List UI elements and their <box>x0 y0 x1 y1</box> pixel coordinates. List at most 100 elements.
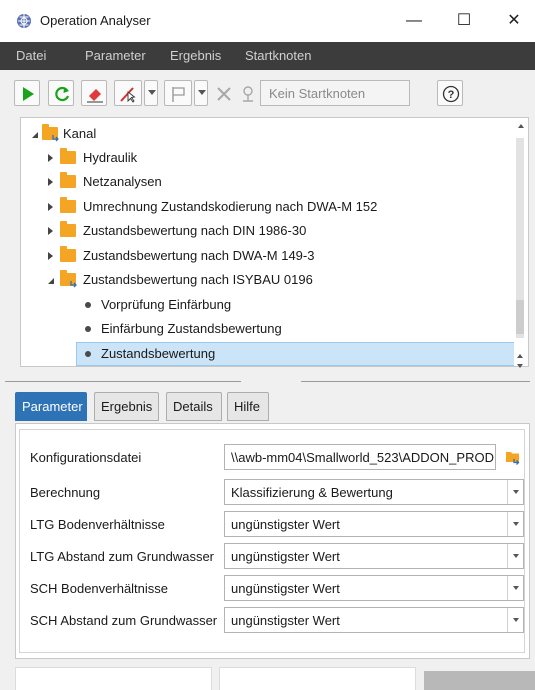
menu-parameter[interactable]: Parameter <box>85 48 146 63</box>
dropdown-arrow[interactable] <box>507 480 523 504</box>
eraser-button[interactable] <box>81 80 107 106</box>
cancel-button[interactable] <box>212 80 234 106</box>
scrollbar-thumb[interactable] <box>516 300 524 334</box>
collapse-arrow-icon[interactable] <box>48 252 53 260</box>
chevron-down-icon <box>513 522 519 526</box>
menu-ergebnis[interactable]: Ergebnis <box>170 48 221 63</box>
tree-vertical-scrollbar[interactable] <box>514 118 528 366</box>
location-pin-icon <box>243 86 253 102</box>
expand-arrow-icon[interactable] <box>48 278 54 284</box>
select-value: ungünstigster Wert <box>231 549 340 564</box>
bullet-icon <box>85 326 91 332</box>
tree-label: Zustandsbewertung nach ISYBAU 0196 <box>83 272 313 287</box>
scroll-up-icon[interactable] <box>518 124 524 128</box>
collapse-arrow-icon[interactable] <box>48 227 53 235</box>
eraser-icon <box>87 89 103 103</box>
param-label-sch-boden: SCH Bodenverhältnisse <box>30 581 169 596</box>
folder-link-badge-icon <box>52 135 59 142</box>
ltg-boden-select[interactable]: ungünstigster Wert <box>224 511 524 537</box>
tab-details[interactable]: Details <box>166 392 222 421</box>
tab-parameter[interactable]: Parameter <box>15 392 87 421</box>
help-button[interactable]: ? <box>437 80 463 106</box>
refresh-button[interactable] <box>48 80 74 106</box>
tree-label: Hydraulik <box>83 150 138 165</box>
berechnung-select[interactable]: Klassifizierung & Bewertung <box>224 479 524 505</box>
expand-arrow-icon[interactable] <box>32 132 38 138</box>
tree-label: Zustandsbewertung nach DWA-M 149-3 <box>83 248 315 263</box>
param-label-ltg-boden: LTG Bodenverhältnisse <box>30 517 165 532</box>
browse-folder-icon[interactable] <box>505 449 521 465</box>
maximize-button[interactable]: ☐ <box>450 8 478 34</box>
ltg-grundwasser-select[interactable]: ungünstigster Wert <box>224 543 524 569</box>
tree-node-netzanalysen[interactable]: Netzanalysen <box>21 170 511 194</box>
tree-node-din-1986-30[interactable]: Zustandsbewertung nach DIN 1986-30 <box>21 219 511 243</box>
select-value: ungünstigster Wert <box>231 613 340 628</box>
select-value: Klassifizierung & Bewertung <box>231 485 393 500</box>
toolbar: Kein Startknoten ? <box>0 70 535 116</box>
menu-datei[interactable]: Datei <box>16 48 46 63</box>
folder-icon <box>60 221 76 237</box>
tree-leaf-vorpruefung[interactable]: Vorprüfung Einfärbung <box>21 293 511 317</box>
close-button[interactable]: ✕ <box>500 8 528 34</box>
chevron-down-icon <box>513 490 519 494</box>
flag-button[interactable] <box>164 80 192 106</box>
tree-label: Umrechnung Zustandskodierung nach DWA-M … <box>83 199 378 214</box>
status-strip <box>0 665 535 690</box>
location-pin-button[interactable] <box>236 80 258 106</box>
sch-grundwasser-select[interactable]: ungünstigster Wert <box>224 607 524 633</box>
dropdown-arrow[interactable] <box>507 576 523 600</box>
run-button[interactable] <box>14 80 40 106</box>
splitter-right[interactable] <box>301 381 530 382</box>
dropdown-arrow[interactable] <box>507 544 523 568</box>
status-pane-middle <box>219 667 416 690</box>
minimize-button[interactable]: — <box>400 8 428 34</box>
param-label-konfigurationsdatei: Konfigurationsdatei <box>30 450 142 465</box>
chevron-down-icon <box>513 554 519 558</box>
tree-leaf-einfaerbung[interactable]: Einfärbung Zustandsbewertung <box>21 317 511 341</box>
folder-icon <box>60 246 76 262</box>
tree-node-kanal[interactable]: Kanal <box>21 122 511 146</box>
dropdown-arrow[interactable] <box>507 512 523 536</box>
sch-boden-select[interactable]: ungünstigster Wert <box>224 575 524 601</box>
pick-tool-button[interactable] <box>114 80 142 106</box>
splitter-left[interactable] <box>5 381 241 382</box>
tab-ergebnis[interactable]: Ergebnis <box>94 392 159 421</box>
dropdown-arrow[interactable] <box>507 608 523 632</box>
help-icon: ? <box>442 85 460 103</box>
folder-icon <box>60 197 76 213</box>
tree-leaf-zustandsbewertung[interactable]: Zustandsbewertung <box>21 342 517 366</box>
param-label-sch-grundwasser: SCH Abstand zum Grundwasser <box>30 613 218 628</box>
tree-node-isybau-0196[interactable]: Zustandsbewertung nach ISYBAU 0196 <box>21 268 511 292</box>
tree-node-dwa-m-149-3[interactable]: Zustandsbewertung nach DWA-M 149-3 <box>21 244 511 268</box>
tree-label: Zustandsbewertung nach DIN 1986-30 <box>83 223 307 238</box>
param-label-ltg-grundwasser: LTG Abstand zum Grundwasser <box>30 549 215 564</box>
konfigurationsdatei-field[interactable]: \\awb-mm04\Smallworld_523\ADDON_PROD <box>224 444 496 470</box>
folder-icon <box>60 148 76 164</box>
app-globe-icon <box>17 14 31 28</box>
collapse-arrow-icon[interactable] <box>48 203 53 211</box>
folder-link-badge-icon <box>70 281 77 288</box>
folder-icon <box>60 172 76 188</box>
flag-dropdown[interactable] <box>194 80 208 106</box>
tree-node-umrechnung[interactable]: Umrechnung Zustandskodierung nach DWA-M … <box>21 195 511 219</box>
collapse-arrow-icon[interactable] <box>48 178 53 186</box>
startknoten-field[interactable]: Kein Startknoten <box>260 80 410 106</box>
bullet-icon <box>85 351 91 357</box>
menu-bar: Datei Parameter Ergebnis Startknoten <box>0 42 535 70</box>
cancel-icon <box>217 87 231 101</box>
tab-hilfe[interactable]: Hilfe <box>227 392 269 421</box>
status-pane-left <box>15 667 212 690</box>
scroll-up-small-icon[interactable] <box>517 354 523 358</box>
pick-tool-dropdown[interactable] <box>144 80 158 106</box>
tree-label: Vorprüfung Einfärbung <box>101 297 232 312</box>
select-value: ungünstigster Wert <box>231 517 340 532</box>
menu-startknoten[interactable]: Startknoten <box>245 48 312 63</box>
scroll-down-small-icon[interactable] <box>517 364 523 368</box>
tree-label: Einfärbung Zustandsbewertung <box>101 321 282 336</box>
status-pane-right <box>424 671 535 690</box>
parameter-panel: Konfigurationsdatei \\awb-mm04\Smallworl… <box>15 423 530 659</box>
tree-label: Zustandsbewertung <box>101 346 216 361</box>
operation-tree[interactable]: Kanal Hydraulik Netzanalysen Umrechnung … <box>20 117 529 367</box>
collapse-arrow-icon[interactable] <box>48 154 53 162</box>
tree-node-hydraulik[interactable]: Hydraulik <box>21 146 511 170</box>
